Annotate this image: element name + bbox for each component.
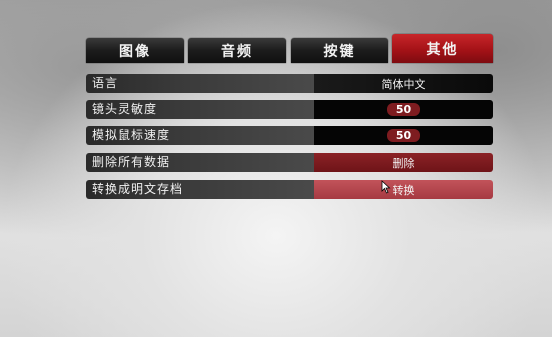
settings-tabs: 图像 音频 按键 其他 <box>86 34 493 63</box>
delete-button[interactable]: 删除 <box>314 153 493 172</box>
setting-label: 语言 <box>86 74 316 93</box>
setting-label: 模拟鼠标速度 <box>86 126 316 145</box>
tab-other[interactable]: 其他 <box>392 34 493 63</box>
camera-sensitivity-slider[interactable]: 50 <box>314 100 493 119</box>
setting-row-mouse-speed[interactable]: 模拟鼠标速度 50 <box>86 126 493 145</box>
tab-controls[interactable]: 按键 <box>291 38 388 63</box>
language-select[interactable]: 简体中文 <box>314 74 493 93</box>
setting-row-language[interactable]: 语言 简体中文 <box>86 74 493 93</box>
tab-graphics[interactable]: 图像 <box>86 38 184 63</box>
tab-audio[interactable]: 音频 <box>188 38 286 63</box>
setting-row-camera-sensitivity[interactable]: 镜头灵敏度 50 <box>86 100 493 119</box>
setting-label: 删除所有数据 <box>86 153 316 172</box>
setting-row-delete-data[interactable]: 删除所有数据 删除 <box>86 153 493 172</box>
setting-label: 转换成明文存档 <box>86 180 316 199</box>
mouse-speed-slider[interactable]: 50 <box>314 126 493 145</box>
convert-button[interactable]: 转换 <box>314 180 493 199</box>
slider-value: 50 <box>386 103 421 116</box>
setting-row-convert-save[interactable]: 转换成明文存档 转换 <box>86 180 493 199</box>
slider-value: 50 <box>386 129 421 142</box>
setting-label: 镜头灵敏度 <box>86 100 316 119</box>
mouse-cursor-icon <box>381 180 391 194</box>
